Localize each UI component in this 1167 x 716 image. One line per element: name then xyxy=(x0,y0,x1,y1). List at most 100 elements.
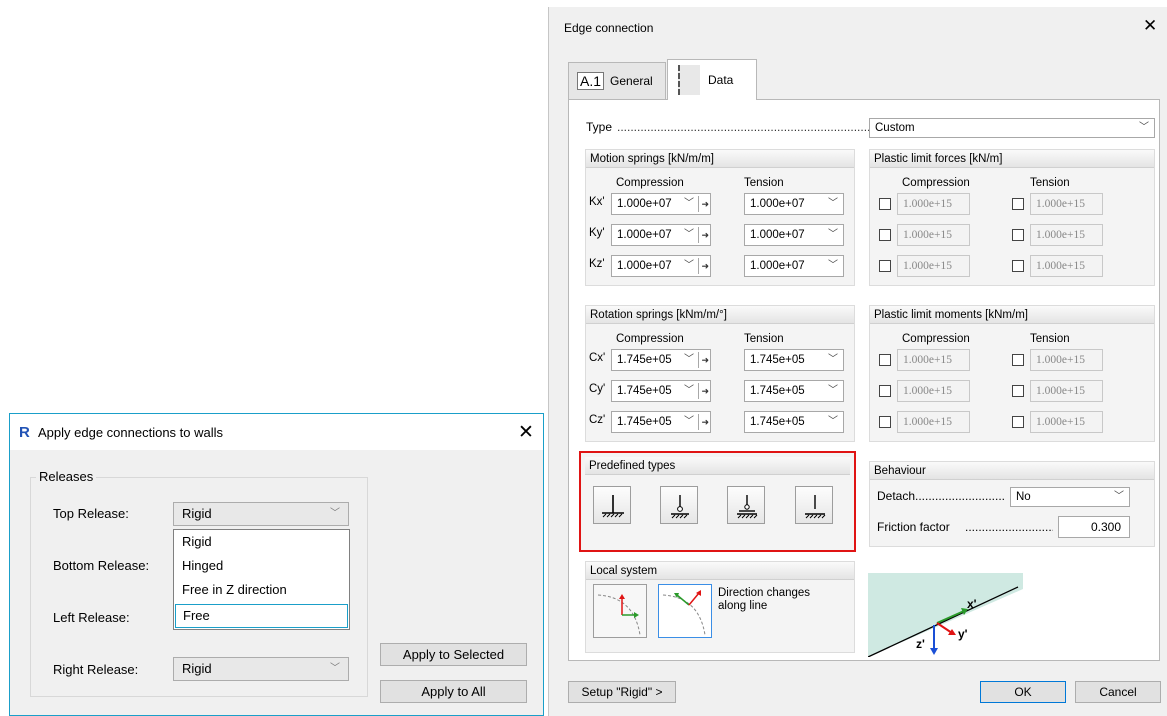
close-icon[interactable]: ✕ xyxy=(1143,17,1157,34)
chevron-down-icon: ﹀ xyxy=(684,354,694,365)
moment-y-tension-input: 1.000e+15 xyxy=(1030,380,1103,402)
tab-label: General xyxy=(610,74,653,88)
value-text: 1.745e+05 xyxy=(750,385,805,397)
cy-compression-input[interactable]: 1.745e+05 ﹀ ➜ xyxy=(611,380,711,402)
local-system-section: Local system Direction changes along lin… xyxy=(585,561,855,653)
moment-x-tension-checkbox[interactable] xyxy=(1012,354,1024,366)
free-support-button[interactable] xyxy=(795,486,833,524)
chevron-down-icon: ﹀ xyxy=(684,385,694,396)
moment-z-tension-checkbox[interactable] xyxy=(1012,416,1024,428)
hinged-support-button[interactable] xyxy=(660,486,698,524)
moment-z-compression-checkbox[interactable] xyxy=(879,416,891,428)
section-title: Behaviour xyxy=(870,462,1154,480)
tab-general[interactable]: A.1 General xyxy=(568,62,666,99)
dropdown-option-free-z[interactable]: Free in Z direction xyxy=(175,579,348,603)
value-text: 1.000e+07 xyxy=(617,260,672,272)
arrow-right-icon[interactable]: ➜ xyxy=(701,381,709,401)
divider xyxy=(698,196,699,212)
type-select[interactable]: Custom ﹀ xyxy=(869,118,1155,138)
kz-compression-input[interactable]: 1.000e+07 ﹀ ➜ xyxy=(611,255,711,277)
chevron-down-icon: ﹀ xyxy=(684,229,694,240)
force-y-compression-checkbox[interactable] xyxy=(879,229,891,241)
hinged-support-icon xyxy=(671,495,689,519)
arrow-right-icon[interactable]: ➜ xyxy=(701,194,709,214)
arrow-right-icon[interactable]: ➜ xyxy=(701,256,709,276)
friction-input[interactable]: 0.300 xyxy=(1058,516,1130,538)
chevron-down-icon: ﹀ xyxy=(828,198,838,209)
compression-header: Compression xyxy=(616,333,684,345)
data-tab-icon xyxy=(678,65,700,95)
force-y-tension-input: 1.000e+15 xyxy=(1030,224,1103,246)
apply-to-selected-button[interactable]: Apply to Selected xyxy=(380,643,527,666)
ky-tension-input[interactable]: 1.000e+07 ﹀ xyxy=(744,224,844,246)
rigid-support-button[interactable] xyxy=(593,486,631,524)
divider xyxy=(698,258,699,274)
moment-y-tension-checkbox[interactable] xyxy=(1012,385,1024,397)
arrow-right-icon[interactable]: ➜ xyxy=(701,350,709,370)
cancel-button[interactable]: Cancel xyxy=(1075,681,1161,703)
cy-tension-input[interactable]: 1.745e+05 ﹀ xyxy=(744,380,844,402)
setup-button[interactable]: Setup "Rigid" > xyxy=(568,681,676,703)
value-text: 1.000e+07 xyxy=(617,198,672,210)
detach-select[interactable]: No ﹀ xyxy=(1010,487,1130,507)
chevron-down-icon: ﹀ xyxy=(330,508,340,519)
force-x-compression-checkbox[interactable] xyxy=(879,198,891,210)
cx-tension-input[interactable]: 1.745e+05 ﹀ xyxy=(744,349,844,371)
chevron-down-icon: ﹀ xyxy=(330,663,340,674)
detach-label: Detach xyxy=(877,489,916,503)
tension-header: Tension xyxy=(1030,177,1070,189)
tab-data[interactable]: Data xyxy=(667,59,757,100)
apply-to-all-button[interactable]: Apply to All xyxy=(380,680,527,703)
chevron-down-icon: ﹀ xyxy=(684,416,694,427)
arrow-right-icon[interactable]: ➜ xyxy=(701,225,709,245)
force-z-compression-checkbox[interactable] xyxy=(879,260,891,272)
arrow-right-icon[interactable]: ➜ xyxy=(701,412,709,432)
ky-compression-input[interactable]: 1.000e+07 ﹀ ➜ xyxy=(611,224,711,246)
dropdown-option-free[interactable]: Free xyxy=(175,604,348,628)
rotation-springs-section: Rotation springs [kNm/m/°] Compression T… xyxy=(585,305,855,442)
value-text: 1.745e+05 xyxy=(750,354,805,366)
right-release-select[interactable]: Rigid ﹀ xyxy=(173,657,349,681)
divider xyxy=(698,352,699,368)
cx-compression-input[interactable]: 1.745e+05 ﹀ ➜ xyxy=(611,349,711,371)
free-z-support-button[interactable] xyxy=(727,486,765,524)
compression-header: Compression xyxy=(616,177,684,189)
kz-tension-input[interactable]: 1.000e+07 ﹀ xyxy=(744,255,844,277)
chevron-down-icon: ﹀ xyxy=(828,385,838,396)
force-x-tension-checkbox[interactable] xyxy=(1012,198,1024,210)
force-y-compression-input: 1.000e+15 xyxy=(897,224,970,246)
chevron-down-icon: ﹀ xyxy=(828,416,838,427)
chevron-down-icon: ﹀ xyxy=(684,260,694,271)
left-release-label: Left Release: xyxy=(53,610,130,625)
kx-label: Kx' xyxy=(589,196,605,208)
close-icon[interactable]: ✕ xyxy=(518,421,534,444)
kx-compression-input[interactable]: 1.000e+07 ﹀ ➜ xyxy=(611,193,711,215)
moment-x-compression-checkbox[interactable] xyxy=(879,354,891,366)
chevron-down-icon: ﹀ xyxy=(684,198,694,209)
kx-tension-input[interactable]: 1.000e+07 ﹀ xyxy=(744,193,844,215)
cz-tension-input[interactable]: 1.745e+05 ﹀ xyxy=(744,411,844,433)
value-text: 1.745e+05 xyxy=(617,354,672,366)
chevron-down-icon: ﹀ xyxy=(1139,122,1149,133)
compression-header: Compression xyxy=(902,177,970,189)
dropdown-option-rigid[interactable]: Rigid xyxy=(175,531,348,555)
tab-label: Data xyxy=(708,73,734,87)
friction-leader-dots: ........................... xyxy=(965,520,1053,534)
top-release-select[interactable]: Rigid ﹀ xyxy=(173,502,349,526)
revit-logo-icon: R xyxy=(19,424,30,441)
plastic-limit-forces-section: Plastic limit forces [kN/m] Compression … xyxy=(869,149,1155,286)
cz-compression-input[interactable]: 1.745e+05 ﹀ ➜ xyxy=(611,411,711,433)
fixed-direction-button[interactable] xyxy=(593,584,647,638)
force-y-tension-checkbox[interactable] xyxy=(1012,229,1024,241)
ok-button[interactable]: OK xyxy=(980,681,1066,703)
direction-changes-button[interactable] xyxy=(658,584,712,638)
force-z-tension-checkbox[interactable] xyxy=(1012,260,1024,272)
fixed-axes-icon xyxy=(597,594,641,636)
z-axis-label: z' xyxy=(916,637,925,651)
type-label: Type xyxy=(586,120,613,134)
local-axes-diagram: x' y' z' xyxy=(867,573,1023,658)
y-axis-label: y' xyxy=(958,627,968,641)
moment-y-compression-checkbox[interactable] xyxy=(879,385,891,397)
release-dropdown-list: Rigid Hinged Free in Z direction Free xyxy=(173,529,350,630)
dropdown-option-hinged[interactable]: Hinged xyxy=(175,555,348,579)
